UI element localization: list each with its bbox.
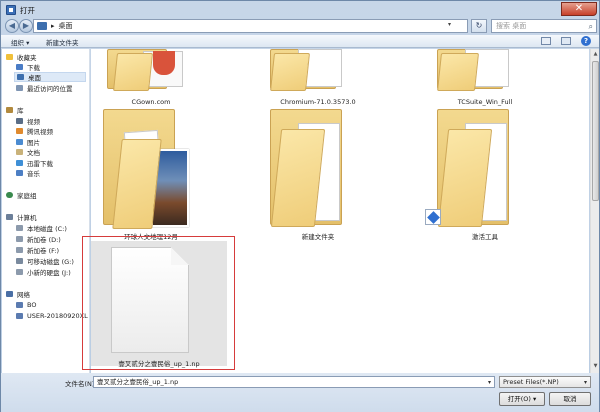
sidebar-item-drive-f[interactable]: 新加卷 (F:) [16,245,59,255]
chevron-down-icon: ▾ [583,379,587,386]
pictures-library-icon [16,139,23,145]
app-icon [6,5,16,15]
sidebar-item-recent[interactable]: 最近访问的位置 [16,83,73,93]
address-dropdown-icon[interactable]: ▾ [448,21,451,28]
desktop-icon [17,74,24,80]
window-title: 打开 [20,6,35,15]
music-library-icon [16,170,23,176]
sidebar-favorites[interactable]: 收藏夹 [6,52,37,62]
open-dropdown-icon[interactable]: ▾ [533,395,536,403]
refresh-button[interactable]: ↻ [471,19,487,33]
preview-pane-icon[interactable] [561,37,571,45]
sidebar-item-videos[interactable]: 视频 [16,116,40,126]
sidebar-item-music[interactable]: 音乐 [16,168,40,178]
forward-button[interactable]: ▶ [19,19,33,33]
sidebar-computer[interactable]: 计算机 [6,212,37,222]
list-item[interactable]: 激活工具 [425,109,535,241]
homegroup-icon [6,192,13,198]
list-item[interactable]: Chromium-71.0.3573.0 [268,49,368,107]
selection-outline [82,236,235,370]
thunder-download-icon [16,160,23,166]
command-toolbar: 组织 ▾ 新建文件夹 ? [1,35,599,48]
navigation-bar: ◀ ▶ ▸ 桌面 ▾ ↻ 搜索 桌面 ⌕ [1,17,599,35]
sidebar-item-tencent-video[interactable]: 腾讯视频 [16,126,53,136]
network-computer-icon [16,313,23,319]
list-item[interactable]: TCSuite_Win_Full [435,49,535,107]
breadcrumb-location[interactable]: 桌面 [59,21,73,31]
drive-icon [16,236,23,242]
open-file-dialog: 打开 ✕ ◀ ▶ ▸ 桌面 ▾ ↻ 搜索 桌面 ⌕ 组织 ▾ 新建文件夹 ? 收… [0,0,600,412]
file-name: CGown.com [131,98,171,106]
file-name: Chromium-71.0.3573.0 [280,98,356,106]
file-name: TCSuite_Win_Full [457,98,513,106]
sidebar-item-thunder-downloads[interactable]: 迅雷下载 [16,158,53,168]
sidebar-item-drive-d[interactable]: 新加卷 (D:) [16,234,61,244]
sidebar-item-documents[interactable]: 文档 [16,147,40,157]
filename-label: 文件名(N): [65,380,97,388]
sidebar-item-drive-j[interactable]: 小新的硬盘 (J:) [16,267,71,277]
list-item[interactable]: 环球人文地理12月 [101,109,201,241]
scroll-down-icon[interactable]: ▼ [592,363,599,371]
library-icon [6,107,13,113]
computer-icon [6,214,13,220]
sidebar-item-desktop[interactable]: 桌面 [14,72,86,82]
sidebar-item-downloads[interactable]: 下载 [16,62,40,72]
network-computer-icon [16,302,23,308]
tencent-video-icon [16,128,23,134]
search-placeholder: 搜索 桌面 [496,22,527,30]
sidebar-item-drive-g[interactable]: 可移动磁盘 (G:) [16,256,74,266]
location-folder-icon [37,22,47,30]
file-type-select[interactable]: Preset Files(*.NP) ▾ [499,376,591,388]
documents-library-icon [16,149,23,155]
cancel-button[interactable]: 取消 [549,392,591,406]
view-options-icon[interactable] [541,37,551,45]
sidebar-item-bo[interactable]: BO [16,300,36,310]
video-library-icon [16,118,23,124]
navigation-pane: 收藏夹 下载 桌面 最近访问的位置 库 视频 腾讯视频 图片 文档 迅雷下载 音… [2,49,90,373]
star-icon [6,54,13,60]
sidebar-item-drive-c[interactable]: 本地磁盘 (C:) [16,223,67,233]
list-item[interactable]: CGown.com [101,49,201,107]
network-icon [6,291,13,297]
list-item[interactable]: 新建文件夹 [268,109,368,241]
file-name-panel: 文件名(N): 壹叉贰分之壹民俗_up_1.np ▾ Preset Files(… [1,373,599,412]
download-folder-icon [16,64,23,70]
recent-places-icon [16,85,23,91]
file-name: 新建文件夹 [301,233,335,241]
open-button[interactable]: 打开(O) ▾ [499,392,545,406]
scroll-thumb[interactable] [592,61,599,201]
address-bar[interactable]: ▸ 桌面 ▾ [33,19,468,33]
file-name: 激活工具 [472,233,498,241]
folder-preview-image [153,51,175,75]
breadcrumb-separator: ▸ [51,22,55,30]
vertical-scrollbar[interactable]: ▲ ▼ [590,49,599,373]
help-icon[interactable]: ? [581,36,591,46]
sidebar-libraries[interactable]: 库 [6,105,24,115]
search-icon[interactable]: ⌕ [589,21,593,33]
sidebar-homegroup[interactable]: 家庭组 [6,190,37,200]
removable-drive-icon [16,258,23,264]
shortcut-arrow-icon [425,209,441,225]
close-button[interactable]: ✕ [561,2,597,16]
drive-icon [16,247,23,253]
filename-dropdown-icon[interactable]: ▾ [488,378,491,388]
scroll-up-icon[interactable]: ▲ [592,51,599,59]
drive-icon [16,269,23,275]
sidebar-item-pictures[interactable]: 图片 [16,137,40,147]
sidebar-network[interactable]: 网络 [6,289,30,299]
sidebar-item-user-pc[interactable]: USER-20180920XL [16,311,88,321]
search-input[interactable]: 搜索 桌面 ⌕ [491,19,597,33]
new-folder-button[interactable]: 新建文件夹 [46,37,79,47]
organize-button[interactable]: 组织 ▾ [11,37,29,47]
back-button[interactable]: ◀ [5,19,19,33]
filename-input[interactable]: 壹叉贰分之壹民俗_up_1.np ▾ [93,376,495,388]
drive-icon [16,225,23,231]
